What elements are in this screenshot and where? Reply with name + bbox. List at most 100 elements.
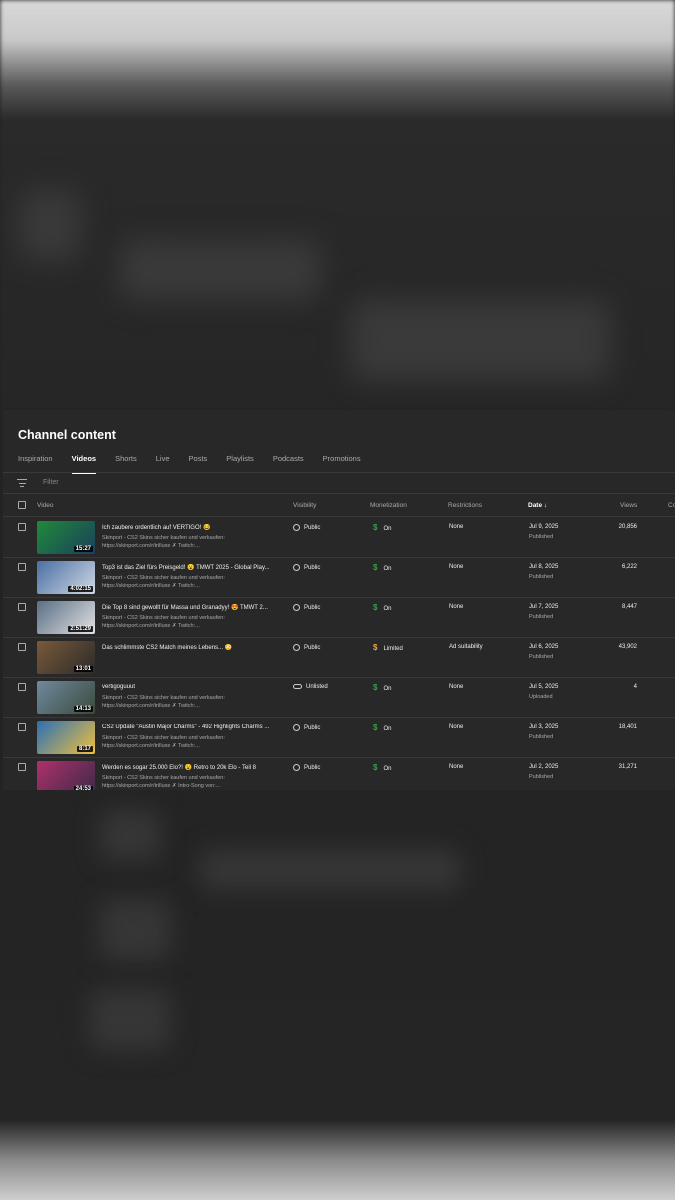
tab-shorts[interactable]: Shorts [115, 454, 137, 474]
restrictions-cell[interactable]: None [449, 724, 463, 730]
row-checkbox[interactable] [18, 643, 26, 651]
video-duration: 14:13 [73, 706, 93, 712]
video-description-line2: https://skinport.com/r/trilluxe ✗ Intro-… [102, 783, 221, 789]
tab-promotions[interactable]: Promotions [323, 454, 361, 474]
views-cell: 43,902 [618, 644, 637, 650]
header-restrictions[interactable]: Restrictions [448, 502, 482, 509]
tab-inspiration[interactable]: Inspiration [18, 454, 53, 474]
video-description-line1: Skinport - CS2 Skins sicher kaufen und v… [102, 695, 225, 701]
video-thumbnail[interactable]: 13:01 [37, 641, 95, 674]
video-duration: 8:17 [76, 746, 93, 752]
visibility-cell[interactable]: Public [293, 644, 320, 651]
header-visibility[interactable]: Visibility [293, 502, 316, 509]
select-all-checkbox[interactable] [18, 501, 26, 509]
dollar-icon: $ [373, 723, 378, 732]
blurred-background-top [0, 0, 675, 410]
filter-input[interactable]: Filter [43, 479, 59, 486]
row-checkbox[interactable] [18, 603, 26, 611]
monetization-cell[interactable]: $ On [373, 723, 391, 732]
video-title[interactable]: Die Top 8 sind gewollt für Massa und Gra… [102, 604, 282, 611]
monetization-label: On [383, 686, 392, 692]
header-comments[interactable]: Co [668, 502, 675, 509]
video-thumbnail[interactable]: 8:17 [37, 721, 95, 754]
visibility-cell[interactable]: Public [293, 604, 320, 611]
video-description: Skinport - CS2 Skins sicher kaufen und v… [102, 534, 282, 550]
tab-posts[interactable]: Posts [189, 454, 208, 474]
row-checkbox[interactable] [18, 723, 26, 731]
date-cell: Jul 9, 2025 [529, 524, 559, 530]
tab-playlists[interactable]: Playlists [226, 454, 254, 474]
monetization-cell[interactable]: $ On [373, 563, 391, 572]
tab-videos[interactable]: Videos [71, 454, 97, 474]
restrictions-cell[interactable]: None [449, 604, 463, 610]
tab-live[interactable]: Live [156, 454, 170, 474]
restrictions-cell[interactable]: Ad suitability [449, 644, 483, 650]
video-description-line2: https://skinport.com/r/trilluxe ✗ Twitch… [102, 583, 200, 589]
monetization-cell[interactable]: $ On [373, 683, 391, 692]
restrictions-cell[interactable]: None [449, 764, 463, 770]
restrictions-cell[interactable]: None [449, 684, 463, 690]
video-title[interactable]: CS2 Update "Austin Major Charms" - 492 H… [102, 724, 282, 730]
table-row[interactable]: 15:27 Ich zaubere ordentlich auf VERTIGO!… [3, 517, 675, 558]
content-tabs: Inspiration Videos Shorts Live Posts Pla… [18, 454, 380, 474]
visibility-cell[interactable]: Public [293, 564, 320, 571]
video-title[interactable]: Top3 ist das Ziel fürs Preisgeld! 😮 TMWT… [102, 564, 282, 571]
row-checkbox[interactable] [18, 683, 26, 691]
video-title[interactable]: Das schlimmste CS2 Match meines Lebens..… [102, 644, 282, 651]
header-date[interactable]: Date ↓ [528, 502, 547, 509]
video-thumbnail[interactable]: 2:51:29 [37, 601, 95, 634]
date-cell: Jul 8, 2025 [529, 564, 559, 570]
video-duration: 13:01 [73, 666, 93, 672]
monetization-cell[interactable]: $ On [373, 763, 391, 772]
monetization-cell[interactable]: $ On [373, 523, 391, 532]
table-row[interactable]: 14:13 vertigoguuut Skinport - CS2 Skins si… [3, 677, 675, 718]
video-thumbnail[interactable]: 15:27 [37, 521, 95, 554]
visibility-label: Unlisted [306, 684, 328, 691]
views-cell: 8,447 [621, 604, 637, 610]
visibility-cell[interactable]: Public [293, 724, 320, 731]
views-cell: 6,222 [621, 564, 637, 570]
dollar-icon: $ [373, 683, 378, 692]
restrictions-cell[interactable]: None [449, 564, 463, 570]
publish-status: Published [529, 534, 554, 540]
table-row[interactable]: 8:17 CS2 Update "Austin Major Charms" - 4… [3, 717, 675, 758]
views-cell: 4 [633, 684, 637, 690]
video-description: Skinport - CS2 Skins sicher kaufen und v… [102, 734, 282, 750]
row-checkbox[interactable] [18, 563, 26, 571]
table-row[interactable]: 13:01 Das schlimmste CS2 Match meines Leb… [3, 637, 675, 678]
video-description: Skinport - CS2 Skins sicher kaufen und v… [102, 574, 282, 590]
page-title: Channel content [18, 428, 116, 442]
video-title[interactable]: Ich zaubere ordentlich auf VERTIGO! 😂 [102, 524, 282, 531]
table-row[interactable]: 2:51:29 Die Top 8 sind gewollt für Massa … [3, 597, 675, 638]
visibility-cell[interactable]: Public [293, 524, 320, 531]
table-row[interactable]: 4:02:15 Top3 ist das Ziel fürs Preisgeld!… [3, 557, 675, 598]
restrictions-cell[interactable]: None [449, 524, 463, 530]
monetization-label: On [383, 726, 392, 732]
header-monetization[interactable]: Monetization [370, 502, 407, 509]
header-views[interactable]: Views [620, 502, 637, 509]
video-thumbnail[interactable]: 14:13 [37, 681, 95, 714]
dollar-icon: $ [373, 603, 378, 612]
video-title[interactable]: Werden es sogar 25.000 Elo?! 😮 Retro to … [102, 764, 282, 771]
filter-icon[interactable] [17, 479, 27, 488]
publish-status: Published [529, 654, 554, 660]
globe-icon [293, 604, 300, 611]
dollar-icon: $ [373, 523, 378, 532]
video-thumbnail[interactable]: 24:53 [37, 761, 95, 790]
table-row[interactable]: 24:53 Werden es sogar 25.000 Elo?! 😮 Retr… [3, 757, 675, 790]
header-video: Video [37, 502, 54, 509]
globe-icon [293, 524, 300, 531]
visibility-cell[interactable]: Unlisted [293, 684, 328, 690]
filter-bar[interactable]: Filter [3, 473, 675, 494]
video-title[interactable]: vertigoguuut [102, 684, 282, 690]
visibility-label: Public [304, 725, 321, 732]
monetization-label: On [383, 566, 392, 572]
video-thumbnail[interactable]: 4:02:15 [37, 561, 95, 594]
tab-podcasts[interactable]: Podcasts [273, 454, 304, 474]
monetization-cell[interactable]: $ Limited [373, 643, 403, 652]
row-checkbox[interactable] [18, 763, 26, 771]
monetization-cell[interactable]: $ On [373, 603, 391, 612]
row-checkbox[interactable] [18, 523, 26, 531]
video-description-line2: https://skinport.com/r/trilluxe ✗ Twitch… [102, 743, 200, 749]
visibility-cell[interactable]: Public [293, 764, 320, 771]
